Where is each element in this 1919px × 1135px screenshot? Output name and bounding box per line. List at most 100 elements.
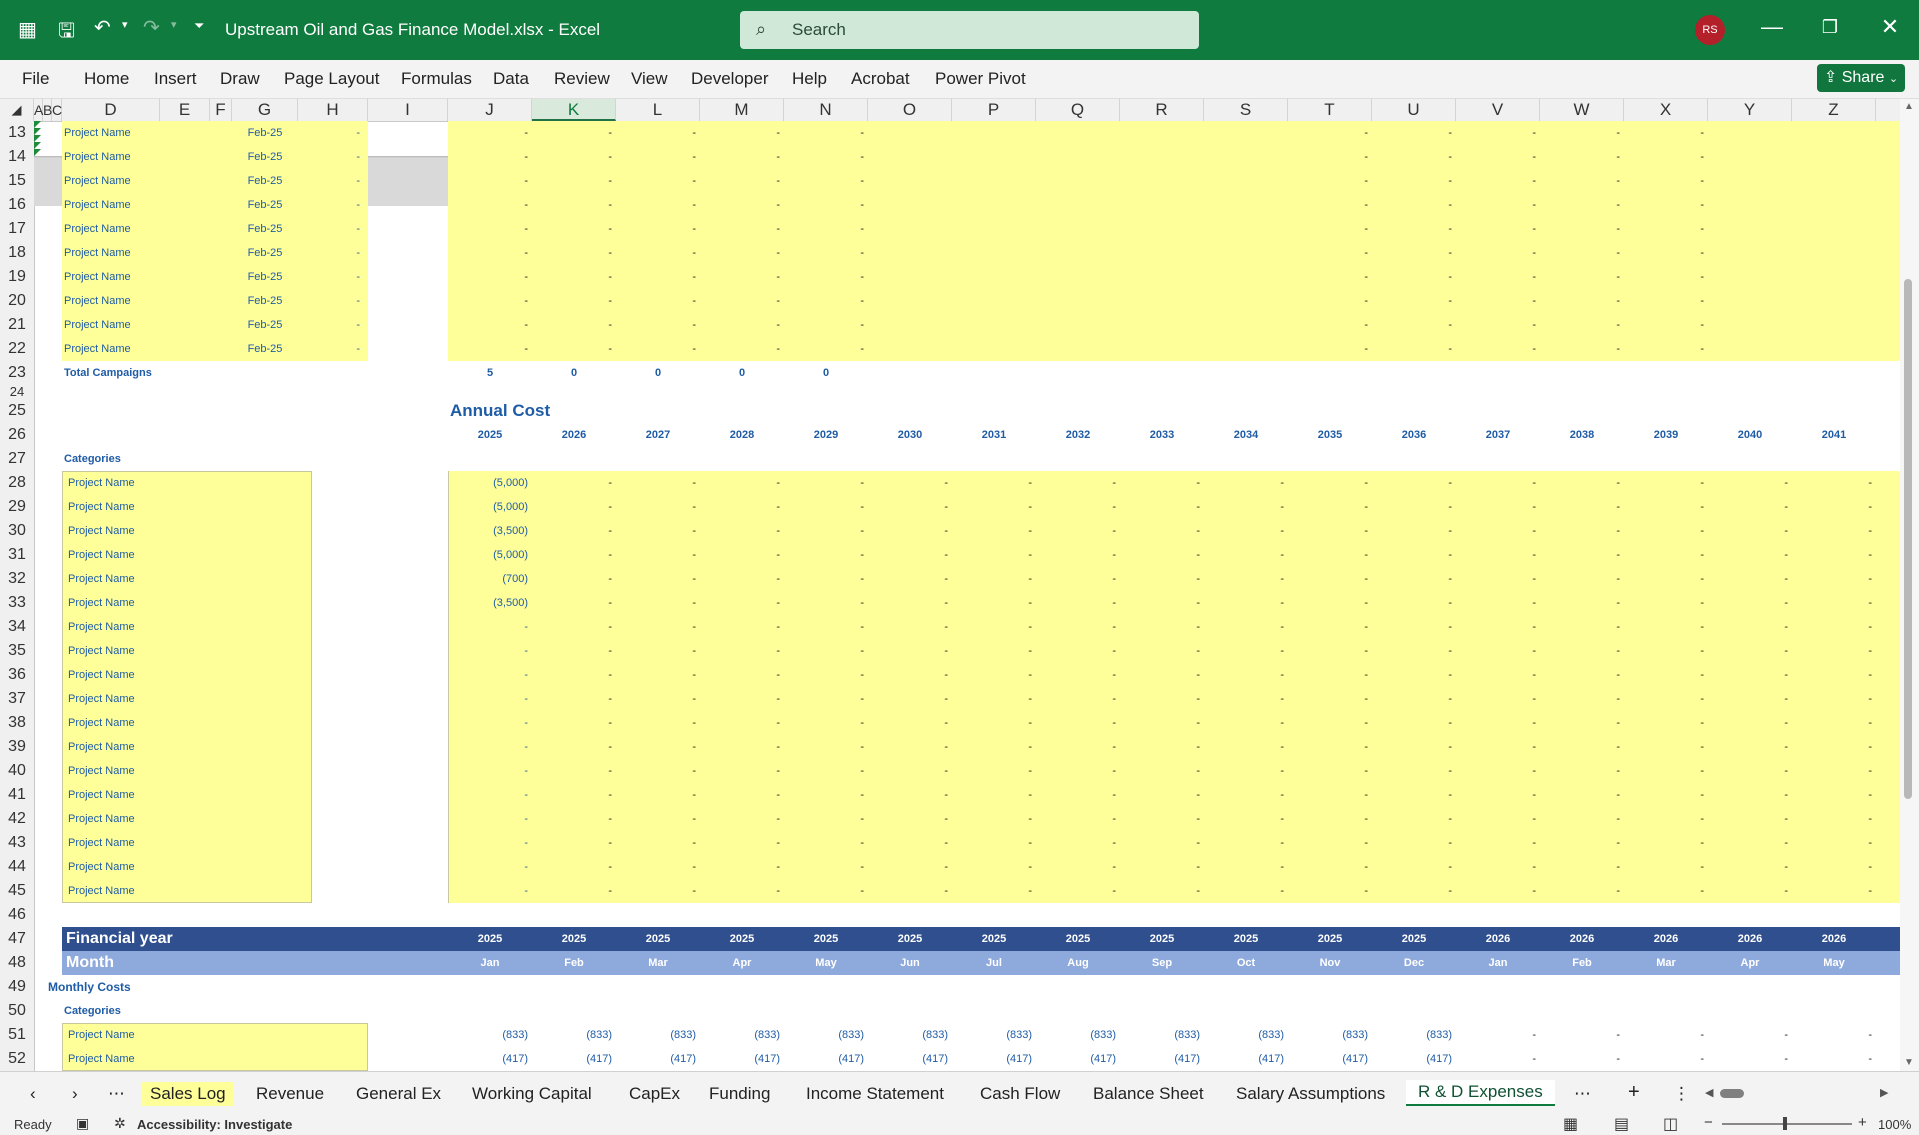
row-header-21[interactable]: 21 [0, 313, 34, 337]
sheet-tab-overflow-icon[interactable]: ⋯ [1574, 1084, 1591, 1104]
project-date-cell[interactable]: Feb-25 [232, 193, 298, 217]
row-header-19[interactable]: 19 [0, 265, 34, 289]
sheet-tab-income-statement[interactable]: Income Statement [806, 1084, 944, 1104]
column-header-X[interactable]: X [1624, 99, 1708, 121]
column-header-P[interactable]: P [952, 99, 1036, 121]
project-name-cell[interactable]: Project Name [64, 217, 234, 241]
accessibility-status[interactable]: Accessibility: Investigate [137, 1117, 292, 1132]
column-header-W[interactable]: W [1540, 99, 1624, 121]
sheet-tab-salary-assumptions[interactable]: Salary Assumptions [1236, 1084, 1385, 1104]
row-header-45[interactable]: 45 [0, 879, 34, 903]
project-name-cell[interactable]: Project Name [68, 1023, 268, 1047]
horizontal-scrollbar[interactable]: ◀ ▶ [1700, 1086, 1890, 1100]
annual-cost-cell[interactable]: (5,000) [448, 495, 528, 519]
accessibility-icon[interactable]: ✲ [114, 1115, 126, 1132]
project-date-cell[interactable]: Feb-25 [232, 121, 298, 145]
normal-view-icon[interactable]: ▦ [1563, 1114, 1578, 1134]
project-date-cell[interactable]: Feb-25 [232, 241, 298, 265]
project-name-cell[interactable]: Project Name [68, 687, 268, 711]
column-header-S[interactable]: S [1204, 99, 1288, 121]
column-header-H[interactable]: H [298, 99, 368, 121]
sheet-tab-general-ex[interactable]: General Ex [356, 1084, 441, 1104]
annual-cost-cell[interactable]: (3,500) [448, 519, 528, 543]
annual-cost-cell[interactable]: - [448, 711, 528, 735]
zoom-slider[interactable] [1722, 1117, 1852, 1130]
page-break-view-icon[interactable]: ◫ [1663, 1114, 1678, 1134]
sheet-options-icon[interactable]: ⋮ [1673, 1084, 1690, 1104]
ribbon-tab-view[interactable]: View [631, 69, 668, 89]
column-header-U[interactable]: U [1372, 99, 1456, 121]
save-icon[interactable]: 🖫 [58, 16, 75, 50]
row-header-42[interactable]: 42 [0, 807, 34, 831]
annual-cost-cell[interactable]: - [448, 879, 528, 903]
row-header-49[interactable]: 49 [0, 975, 34, 999]
sheet-tab-revenue[interactable]: Revenue [256, 1084, 324, 1104]
page-layout-view-icon[interactable]: ▤ [1614, 1114, 1629, 1134]
row-header-32[interactable]: 32 [0, 567, 34, 591]
close-icon[interactable]: ✕ [1870, 14, 1910, 40]
redo-icon[interactable]: ↷ [143, 15, 160, 40]
project-name-cell[interactable]: Project Name [68, 1047, 268, 1071]
column-header-A[interactable]: A [34, 99, 43, 121]
add-sheet-icon[interactable]: + [1628, 1081, 1640, 1104]
row-header-52[interactable]: 52 [0, 1047, 34, 1071]
annual-cost-cell[interactable]: - [448, 663, 528, 687]
project-name-cell[interactable]: Project Name [68, 759, 268, 783]
row-header-18[interactable]: 18 [0, 241, 34, 265]
ribbon-tab-review[interactable]: Review [554, 69, 610, 89]
project-name-cell[interactable]: Project Name [68, 639, 268, 663]
sheet-grid[interactable]: Project Name Feb-25- - - - - - - - - - - Project Nam… [34, 121, 1900, 1071]
sheet-tab-sales-log[interactable]: Sales Log [142, 1082, 234, 1106]
project-name-cell[interactable]: Project Name [64, 289, 234, 313]
ribbon-tab-draw[interactable]: Draw [220, 69, 260, 89]
row-header-35[interactable]: 35 [0, 639, 34, 663]
project-name-cell[interactable]: Project Name [64, 241, 234, 265]
annual-cost-cell[interactable]: - [448, 855, 528, 879]
annual-cost-cell[interactable]: - [448, 807, 528, 831]
ribbon-tab-file[interactable]: File [22, 69, 49, 89]
annual-cost-cell[interactable]: - [448, 759, 528, 783]
project-name-cell[interactable]: Project Name [68, 807, 268, 831]
column-header-B[interactable]: B [43, 99, 52, 121]
sheet-tab-cash-flow[interactable]: Cash Flow [980, 1084, 1060, 1104]
search-box[interactable]: ⌕ Search [740, 11, 1199, 49]
row-header-44[interactable]: 44 [0, 855, 34, 879]
project-name-cell[interactable]: Project Name [68, 567, 268, 591]
annual-cost-cell[interactable]: - [448, 615, 528, 639]
ribbon-tab-developer[interactable]: Developer [691, 69, 769, 89]
column-header-V[interactable]: V [1456, 99, 1540, 121]
redo-dropdown-icon[interactable]: ▾ [171, 18, 177, 31]
column-header-M[interactable]: M [700, 99, 784, 121]
row-header-15[interactable]: 15 [0, 169, 34, 193]
column-header-K[interactable]: K [532, 99, 616, 121]
column-header-J[interactable]: J [448, 99, 532, 121]
project-name-cell[interactable]: Project Name [68, 495, 268, 519]
row-header-29[interactable]: 29 [0, 495, 34, 519]
column-header-G[interactable]: G [232, 99, 298, 121]
row-header-31[interactable]: 31 [0, 543, 34, 567]
project-name-cell[interactable]: Project Name [68, 471, 268, 495]
row-header-17[interactable]: 17 [0, 217, 34, 241]
column-header-Z[interactable]: Z [1792, 99, 1876, 121]
ribbon-tab-home[interactable]: Home [84, 69, 129, 89]
project-name-cell[interactable]: Project Name [64, 265, 234, 289]
column-header-R[interactable]: R [1120, 99, 1204, 121]
row-header-40[interactable]: 40 [0, 759, 34, 783]
restore-icon[interactable]: ❐ [1810, 17, 1850, 38]
column-header-F[interactable]: F [210, 99, 232, 121]
sheet-tab-r-d-expenses[interactable]: R & D Expenses [1406, 1080, 1555, 1106]
project-name-cell[interactable]: Project Name [64, 313, 234, 337]
column-header-D[interactable]: D [62, 99, 160, 121]
zoom-slider-thumb[interactable] [1783, 1117, 1787, 1130]
sheet-tab-working-capital[interactable]: Working Capital [472, 1084, 592, 1104]
row-header-51[interactable]: 51 [0, 1023, 34, 1047]
project-name-cell[interactable]: Project Name [64, 145, 234, 169]
project-name-cell[interactable]: Project Name [64, 169, 234, 193]
zoom-in-icon[interactable]: + [1858, 1114, 1867, 1131]
project-name-cell[interactable]: Project Name [68, 615, 268, 639]
horizontal-scroll-thumb[interactable] [1720, 1089, 1744, 1098]
annual-cost-cell[interactable]: - [448, 639, 528, 663]
row-header-39[interactable]: 39 [0, 735, 34, 759]
ribbon-tab-acrobat[interactable]: Acrobat [851, 69, 910, 89]
project-name-cell[interactable]: Project Name [68, 543, 268, 567]
